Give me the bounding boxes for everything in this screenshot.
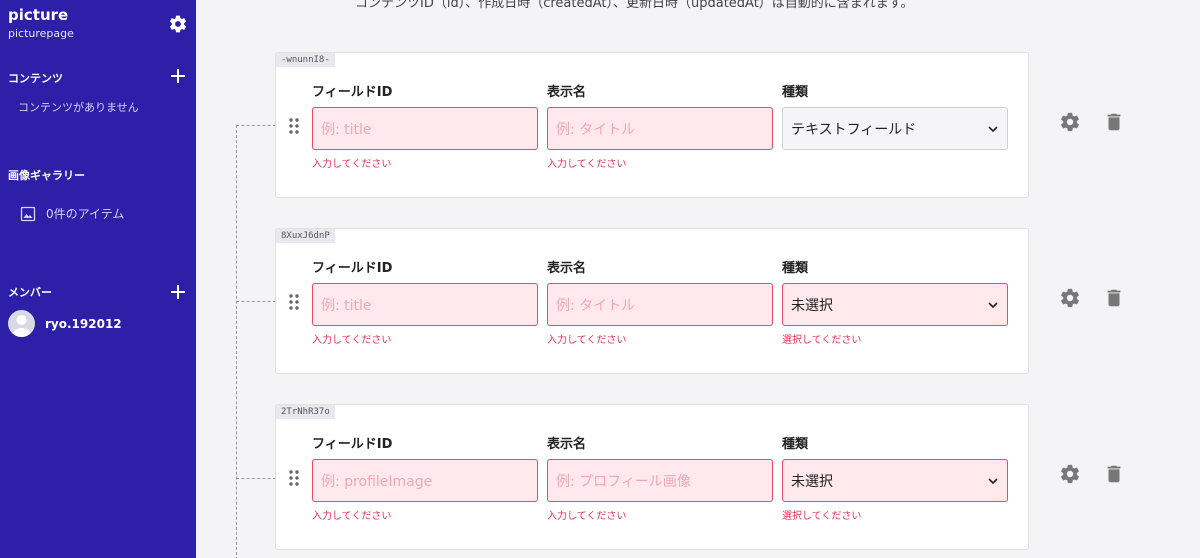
gallery-item-label: 0件のアイテム [46, 207, 125, 221]
member-item[interactable]: ryo.192012 [8, 310, 122, 337]
field-key-tag: -wnunnI8- [276, 53, 335, 67]
type-label: 種類 [782, 261, 809, 276]
type-select-value: 未選択 [791, 473, 833, 490]
field-id-label: フィールドID [312, 261, 393, 276]
field-id-error: 入力してください [312, 511, 392, 522]
display-name-placeholder: 例: タイトル [556, 297, 636, 314]
field-key-tag: 8XuxJ6dnP [276, 229, 335, 243]
grip-icon[interactable] [288, 117, 300, 135]
tree-branch [236, 301, 276, 302]
type-select[interactable]: 未選択 [782, 283, 1008, 326]
display-name-input[interactable]: 例: プロフィール画像 [547, 459, 773, 502]
field-id-column: フィールドID 例: profileImage 入力してください [312, 433, 538, 522]
user-icon [12, 315, 31, 337]
gallery-item[interactable]: 0件のアイテム [20, 205, 124, 222]
type-label: 種類 [782, 85, 809, 100]
type-label: 種類 [782, 437, 809, 452]
gear-icon[interactable] [168, 14, 188, 34]
field-id-input[interactable]: 例: profileImage [312, 459, 538, 502]
sidebar: picture picturepage コンテンツ コンテンツがありません 画像… [0, 0, 196, 558]
field-card: 2TrNhR37o フィールドID 例: profileImage 入力してくだ… [275, 404, 1029, 550]
chevron-down-icon [988, 125, 998, 132]
display-name-column: 表示名 例: タイトル 入力してください [547, 81, 773, 170]
tree-branch [236, 125, 276, 126]
field-id-placeholder: 例: title [321, 121, 372, 138]
display-name-column: 表示名 例: プロフィール画像 入力してください [547, 433, 773, 522]
display-name-error: 入力してください [547, 335, 627, 346]
members-section-title: メンバー [8, 286, 52, 299]
trash-icon[interactable] [1103, 287, 1125, 309]
member-name: ryo.192012 [45, 316, 122, 331]
trash-icon[interactable] [1103, 111, 1125, 133]
display-name-label: 表示名 [547, 261, 587, 276]
tree-branch [236, 478, 276, 479]
display-name-error: 入力してください [547, 511, 627, 522]
type-error: 選択してください [782, 511, 862, 522]
service-id: picturepage [8, 27, 74, 40]
service-name[interactable]: picture [8, 6, 68, 24]
add-member-plus-icon[interactable] [170, 284, 186, 300]
field-id-error: 入力してください [312, 335, 392, 346]
display-name-label: 表示名 [547, 437, 587, 452]
gear-icon[interactable] [1059, 463, 1081, 485]
field-card: 8XuxJ6dnP フィールドID 例: title 入力してください 表示名 … [275, 228, 1029, 374]
field-id-input[interactable]: 例: title [312, 107, 538, 150]
display-name-placeholder: 例: プロフィール画像 [556, 473, 691, 490]
field-id-label: フィールドID [312, 437, 393, 452]
chevron-down-icon [988, 477, 998, 484]
field-key-tag: 2TrNhR37o [276, 405, 335, 419]
field-card: -wnunnI8- フィールドID 例: title 入力してください 表示名 … [275, 52, 1029, 198]
contents-empty-note: コンテンツがありません [18, 101, 139, 114]
display-name-input[interactable]: 例: タイトル [547, 107, 773, 150]
grip-icon[interactable] [288, 469, 300, 487]
add-content-plus-icon[interactable] [170, 68, 186, 84]
type-column: 種類 未選択 選択してください [782, 433, 1008, 522]
image-icon [20, 206, 36, 221]
display-name-label: 表示名 [547, 85, 587, 100]
contents-section-title: コンテンツ [8, 72, 63, 85]
type-select-value: テキストフィールド [791, 121, 917, 138]
field-id-input[interactable]: 例: title [312, 283, 538, 326]
type-error: 選択してください [782, 335, 862, 346]
tree-connector [236, 125, 237, 558]
display-name-column: 表示名 例: タイトル 入力してください [547, 257, 773, 346]
display-name-error: 入力してください [547, 159, 627, 170]
trash-icon[interactable] [1103, 463, 1125, 485]
grip-icon[interactable] [288, 293, 300, 311]
display-name-placeholder: 例: タイトル [556, 121, 636, 138]
type-select[interactable]: テキストフィールド [782, 107, 1008, 150]
field-id-column: フィールドID 例: title 入力してください [312, 257, 538, 346]
avatar [8, 310, 35, 337]
field-id-label: フィールドID [312, 85, 393, 100]
gallery-section-title: 画像ギャラリー [8, 169, 85, 182]
field-id-placeholder: 例: title [321, 297, 372, 314]
field-id-error: 入力してください [312, 159, 392, 170]
chevron-down-icon [988, 301, 998, 308]
type-select[interactable]: 未選択 [782, 459, 1008, 502]
type-select-value: 未選択 [791, 297, 833, 314]
field-id-placeholder: 例: profileImage [321, 473, 433, 490]
auto-fields-note: コンテンツID（id）、作成日時（createdAt）、更新日時（updated… [355, 0, 914, 11]
field-id-column: フィールドID 例: title 入力してください [312, 81, 538, 170]
display-name-input[interactable]: 例: タイトル [547, 283, 773, 326]
type-column: 種類 未選択 選択してください [782, 257, 1008, 346]
type-column: 種類 テキストフィールド [782, 81, 1008, 155]
gear-icon[interactable] [1059, 287, 1081, 309]
gear-icon[interactable] [1059, 111, 1081, 133]
